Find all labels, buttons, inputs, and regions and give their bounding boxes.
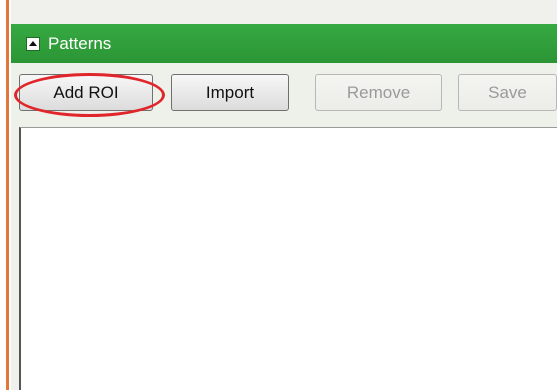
panel-toolbar: Add ROI Import Remove Save <box>11 63 557 127</box>
triangle-up-icon <box>29 41 37 46</box>
add-roi-button[interactable]: Add ROI <box>19 74 153 111</box>
import-button[interactable]: Import <box>171 74 289 111</box>
collapse-toggle[interactable] <box>26 36 40 51</box>
remove-button[interactable]: Remove <box>315 74 442 111</box>
patterns-panel: Patterns Add ROI Import Remove Save <box>11 0 557 390</box>
panel-title: Patterns <box>48 33 112 53</box>
panel-titlebar: Patterns <box>11 24 557 63</box>
panel-top-spacer <box>11 0 557 24</box>
save-button[interactable]: Save <box>458 74 557 111</box>
patterns-list[interactable] <box>19 127 557 390</box>
left-accent-bar <box>0 0 9 390</box>
